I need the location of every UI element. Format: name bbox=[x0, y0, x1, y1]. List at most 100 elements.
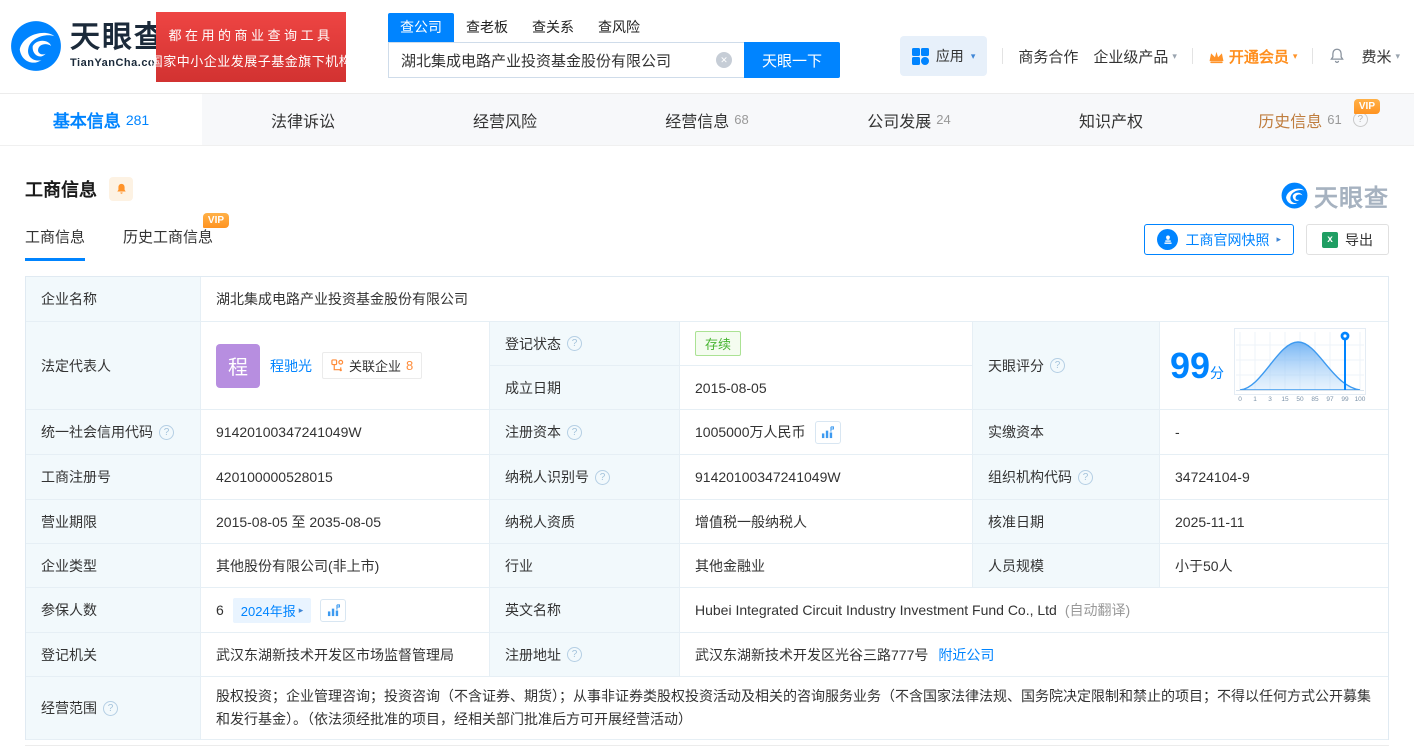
main-content: 工商信息 天眼查 工商信息 VIP 历史工商信息 bbox=[0, 146, 1414, 753]
staff-size-label: 人员规模 bbox=[973, 544, 1160, 588]
tab-label: 经营风险 bbox=[473, 108, 537, 132]
approval-date-label: 核准日期 bbox=[973, 500, 1160, 544]
help-icon[interactable]: ? bbox=[159, 425, 174, 440]
crown-icon bbox=[1208, 49, 1225, 64]
help-icon[interactable]: ? bbox=[103, 701, 118, 716]
tab-intellectual-property[interactable]: 知识产权 bbox=[1010, 94, 1212, 145]
chevron-down-icon: ▾ bbox=[1395, 51, 1400, 62]
help-icon[interactable]: ? bbox=[1050, 358, 1065, 373]
label-text: 经营范围 bbox=[41, 698, 97, 718]
snapshot-label: 工商官网快照 bbox=[1185, 230, 1269, 250]
promo-line-1: 都在用的商业查询工具 bbox=[168, 25, 333, 44]
tianyancha-logo[interactable]: 天眼查 TianYanCha.com bbox=[10, 20, 166, 72]
capital-trend-button[interactable] bbox=[815, 421, 841, 444]
help-icon[interactable]: ? bbox=[567, 336, 582, 351]
search-button[interactable]: 天眼一下 bbox=[744, 42, 840, 78]
reg-capital-text: 1005000万人民币 bbox=[695, 422, 806, 442]
username-label: 费米 bbox=[1361, 46, 1391, 67]
subtab-business-info[interactable]: 工商信息 bbox=[25, 226, 85, 261]
help-icon[interactable]: ? bbox=[1078, 470, 1093, 485]
annual-report-badge[interactable]: 2024年报 ▸ bbox=[233, 598, 311, 623]
label-text: 注册资本 bbox=[505, 422, 561, 442]
legal-rep-avatar[interactable]: 程 bbox=[216, 344, 260, 388]
score-value: 99分 bbox=[1160, 322, 1388, 410]
score-number: 99 bbox=[1170, 345, 1210, 386]
search-tab-company[interactable]: 查公司 bbox=[388, 13, 454, 42]
svg-text:0: 0 bbox=[1238, 396, 1242, 403]
search-box: ✕ 天眼一下 bbox=[388, 42, 840, 78]
export-label: 导出 bbox=[1345, 230, 1373, 250]
org-chart-icon bbox=[331, 359, 344, 372]
divider bbox=[1312, 48, 1313, 64]
tab-count: 24 bbox=[936, 112, 950, 127]
english-name-label: 英文名称 bbox=[490, 588, 680, 633]
reg-address-text: 武汉东湖新技术开发区光谷三路777号 bbox=[695, 645, 928, 665]
reg-number-value: 420100000528015 bbox=[201, 455, 490, 500]
taxpayer-quality-label: 纳税人资质 bbox=[490, 500, 680, 544]
english-name-text: Hubei Integrated Circuit Industry Invest… bbox=[695, 602, 1057, 618]
legal-rep-name-link[interactable]: 程驰光 bbox=[270, 356, 312, 376]
promo-banner[interactable]: 都在用的商业查询工具 国家中小企业发展子基金旗下机构 bbox=[156, 12, 346, 82]
divider bbox=[1002, 48, 1003, 64]
tab-legal-proceedings[interactable]: 法律诉讼 bbox=[202, 94, 404, 145]
user-menu[interactable]: 费米 ▾ bbox=[1361, 46, 1400, 67]
divider bbox=[1192, 48, 1193, 64]
legal-rep-value: 程 程驰光 关联企业 8 bbox=[201, 322, 490, 410]
tab-history-info[interactable]: VIP 历史信息 61 ? bbox=[1212, 94, 1414, 145]
industry-label: 行业 bbox=[490, 544, 680, 588]
reg-address-value: 武汉东湖新技术开发区光谷三路777号 附近公司 bbox=[680, 633, 1388, 677]
subscribe-bell-button[interactable] bbox=[109, 177, 133, 201]
clear-search-icon[interactable]: ✕ bbox=[716, 52, 732, 68]
subtab-history-business-info[interactable]: VIP 历史工商信息 bbox=[123, 226, 213, 261]
tab-label: 公司发展 bbox=[867, 108, 931, 132]
export-button[interactable]: x 导出 bbox=[1306, 224, 1389, 255]
score-label: 天眼评分 ? bbox=[973, 322, 1160, 410]
svg-text:99: 99 bbox=[1341, 396, 1349, 403]
insured-trend-button[interactable] bbox=[320, 599, 346, 622]
tab-operation-info[interactable]: 经营信息 68 bbox=[606, 94, 808, 145]
tab-label: 经营信息 bbox=[665, 108, 729, 132]
org-code-label: 组织机构代码 ? bbox=[973, 455, 1160, 500]
taxpayer-id-value: 91420100347241049W bbox=[680, 455, 973, 500]
related-companies-badge[interactable]: 关联企业 8 bbox=[322, 352, 422, 379]
search-input[interactable] bbox=[388, 42, 744, 78]
tab-basic-info[interactable]: 基本信息 281 bbox=[0, 94, 202, 145]
credit-code-value: 91420100347241049W bbox=[201, 410, 490, 455]
table-actions: 工商官网快照 ▸ x 导出 bbox=[1144, 224, 1389, 255]
apps-button[interactable]: 应用 ▾ bbox=[900, 36, 988, 76]
help-icon[interactable]: ? bbox=[595, 470, 610, 485]
top-header: 天眼查 TianYanCha.com 都在用的商业查询工具 国家中小企业发展子基… bbox=[0, 0, 1414, 94]
nearby-companies-link[interactable]: 附近公司 bbox=[938, 645, 994, 665]
reg-address-label: 注册地址 ? bbox=[490, 633, 680, 677]
notifications-bell-icon[interactable] bbox=[1328, 47, 1346, 65]
tab-label: 基本信息 bbox=[53, 107, 121, 132]
label-text: 组织机构代码 bbox=[988, 467, 1072, 487]
svg-text:100: 100 bbox=[1355, 396, 1366, 403]
english-name-value: Hubei Integrated Circuit Industry Invest… bbox=[680, 588, 1388, 633]
vip-badge: VIP bbox=[203, 213, 229, 228]
label-text: 注册地址 bbox=[505, 645, 561, 665]
svg-text:15: 15 bbox=[1281, 396, 1289, 403]
search-tab-boss[interactable]: 查老板 bbox=[454, 13, 520, 42]
menu-enterprise-products[interactable]: 企业级产品 ▾ bbox=[1093, 46, 1177, 67]
taxpayer-quality-value: 增值税一般纳税人 bbox=[680, 500, 973, 544]
menu-open-vip[interactable]: 开通会员 ▾ bbox=[1208, 46, 1298, 67]
score-unit: 分 bbox=[1210, 365, 1224, 381]
search-tab-risk[interactable]: 查风险 bbox=[586, 13, 652, 42]
promo-line-2: 国家中小企业发展子基金旗下机构 bbox=[150, 51, 353, 70]
menu-business-cooperation[interactable]: 商务合作 bbox=[1018, 46, 1078, 67]
label-text: 天眼评分 bbox=[988, 356, 1044, 376]
trend-chart-icon bbox=[821, 426, 834, 439]
reg-capital-label: 注册资本 ? bbox=[490, 410, 680, 455]
subtab-label: 历史工商信息 bbox=[123, 229, 213, 246]
svg-text:3: 3 bbox=[1268, 396, 1272, 403]
help-icon[interactable]: ? bbox=[567, 647, 582, 662]
tab-company-development[interactable]: 公司发展 24 bbox=[808, 94, 1010, 145]
search-tab-relation[interactable]: 查关系 bbox=[520, 13, 586, 42]
help-icon[interactable]: ? bbox=[567, 425, 582, 440]
business-term-label: 营业期限 bbox=[26, 500, 201, 544]
help-icon[interactable]: ? bbox=[1353, 112, 1368, 127]
official-snapshot-button[interactable]: 工商官网快照 ▸ bbox=[1144, 224, 1294, 255]
tab-operation-risk[interactable]: 经营风险 bbox=[404, 94, 606, 145]
label-text: 统一社会信用代码 bbox=[41, 422, 153, 442]
